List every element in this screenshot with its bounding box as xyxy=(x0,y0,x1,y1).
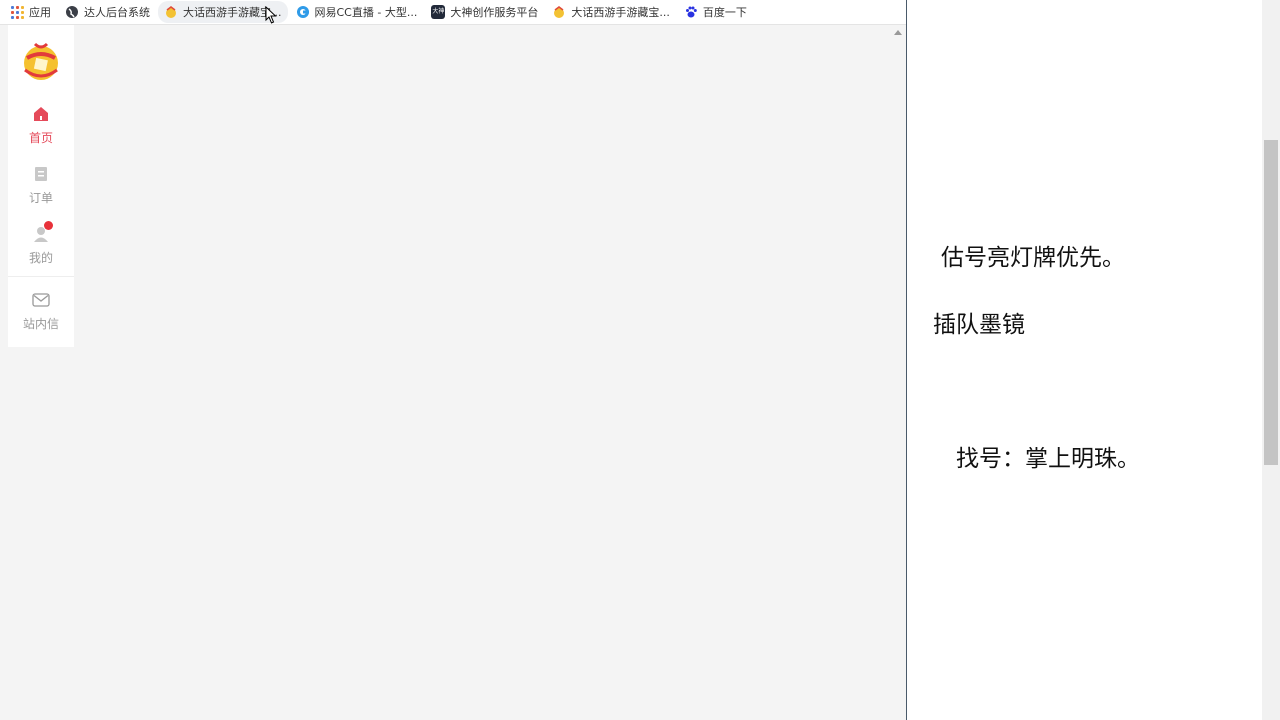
sidebar-item-label: 首页 xyxy=(28,131,53,145)
bookmarks-bar: 应用 达人后台系统 大话西游手游藏宝... 网易CC直播 - 大型... 大神 … xyxy=(0,0,906,25)
bookmark-label: 网易CC直播 - 大型... xyxy=(314,6,418,19)
sidebar-item-orders[interactable]: 订单 xyxy=(8,165,74,206)
bookmark-label: 百度一下 xyxy=(702,6,747,19)
bookmark-item[interactable]: 百度一下 xyxy=(678,1,753,23)
mail-icon xyxy=(32,293,50,307)
notification-dot xyxy=(44,221,53,230)
apps-grid-icon xyxy=(11,5,24,19)
cc-icon xyxy=(296,6,309,18)
game-icon xyxy=(166,6,176,18)
sidebar-item-mine[interactable]: 我的 xyxy=(8,221,74,266)
document-pane[interactable]: 估号亮灯牌优先。 插队墨镜 找号：掌上明珠。 xyxy=(907,0,1262,720)
globe-icon xyxy=(66,6,78,18)
bookmark-label: 达人后台系统 xyxy=(84,6,150,19)
vertical-scrollbar[interactable] xyxy=(889,25,906,720)
document-line: 估号亮灯牌优先。 xyxy=(941,245,1125,271)
bookmark-item[interactable]: 大神 大神创作服务平台 xyxy=(425,1,544,23)
bookmark-label: 应用 xyxy=(29,6,51,19)
document-vertical-scrollbar[interactable] xyxy=(1262,0,1280,720)
sidebar-item-messages[interactable]: 站内信 xyxy=(8,291,74,332)
bookmark-label: 大话西游手游藏宝... xyxy=(571,6,670,19)
sidebar-divider xyxy=(8,276,74,277)
document-line: 插队墨镜 xyxy=(933,312,1025,338)
sidebar-item-label: 我的 xyxy=(28,251,53,265)
bookmark-item[interactable]: 网易CC直播 - 大型... xyxy=(290,1,424,23)
home-icon xyxy=(34,107,48,121)
baidu-paw-icon xyxy=(685,6,697,18)
bookmark-apps[interactable]: 应用 xyxy=(0,1,57,23)
bookmark-label: 大神创作服务平台 xyxy=(450,6,539,19)
scroll-up-arrow-icon[interactable] xyxy=(894,30,902,35)
scrollbar-thumb[interactable] xyxy=(1264,140,1278,465)
bookmark-item[interactable]: 大话西游手游藏宝... xyxy=(546,1,676,23)
order-icon xyxy=(35,167,47,181)
sidebar-item-label: 站内信 xyxy=(22,317,59,331)
sidebar: 首页 订单 我的 站内信 xyxy=(8,25,74,347)
game-icon xyxy=(554,6,565,18)
bookmark-item[interactable]: 达人后台系统 xyxy=(59,1,156,23)
sidebar-item-label: 订单 xyxy=(28,191,53,205)
web-viewport: 首页 订单 我的 站内信 xyxy=(0,25,906,720)
mouse-cursor-icon xyxy=(265,6,277,24)
sidebar-item-home[interactable]: 首页 xyxy=(8,105,74,146)
dashen-icon: 大神 xyxy=(431,5,446,19)
document-line: 找号：掌上明珠。 xyxy=(956,446,1140,472)
app-logo-icon xyxy=(24,42,58,80)
